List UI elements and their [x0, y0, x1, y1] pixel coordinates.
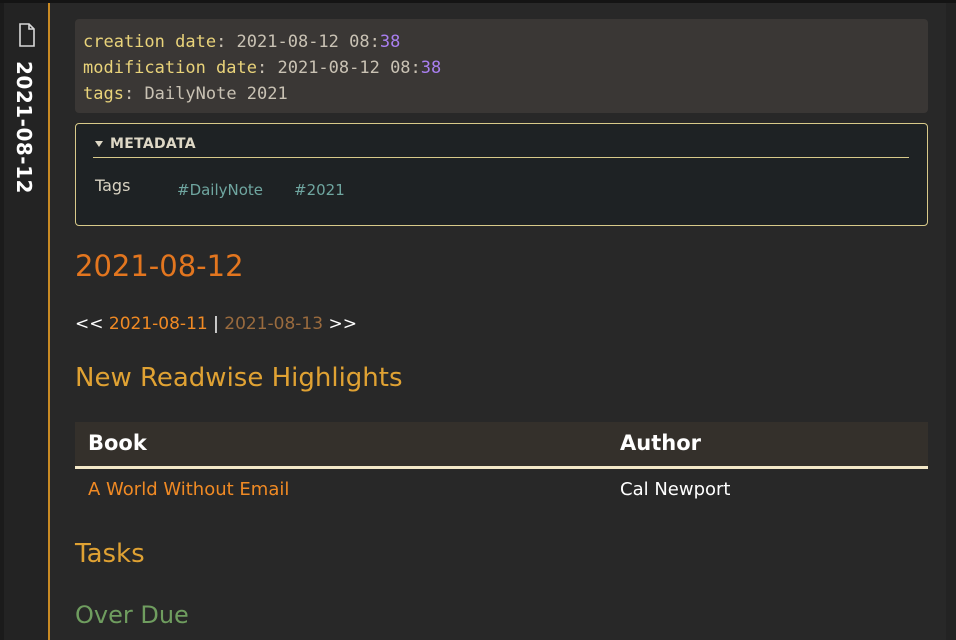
metadata-heading[interactable]: METADATA	[110, 136, 196, 152]
frontmatter-key: tags	[83, 84, 124, 104]
note-content: creation date: 2021-08-12 08:38 modifica…	[75, 3, 928, 640]
column-header-book: Book	[88, 431, 147, 455]
overdue-heading: Over Due	[75, 601, 189, 629]
file-icon[interactable]	[17, 23, 37, 47]
table-cell-book-link[interactable]: A World Without Email	[88, 479, 289, 500]
metadata-tag-dailynote[interactable]: #DailyNote	[177, 181, 263, 199]
file-tab-strip[interactable]: 2021-08-12	[0, 3, 48, 640]
pane-accent-border	[48, 3, 50, 640]
frontmatter-key: modification date	[83, 58, 257, 78]
table-cell-author: Cal Newport	[620, 479, 731, 500]
frontmatter-value: 2021-08-12 08:	[226, 32, 380, 52]
readwise-heading: New Readwise Highlights	[75, 363, 403, 393]
frontmatter-value: 2021-08-12 08:	[267, 58, 421, 78]
column-header-author: Author	[620, 431, 701, 455]
nav-separator: |	[207, 314, 225, 334]
frontmatter-colon: :	[257, 58, 268, 78]
frontmatter-colon: :	[216, 32, 227, 52]
vertical-note-title[interactable]: 2021-08-12	[12, 61, 36, 194]
frontmatter-colon: :	[123, 84, 135, 104]
frontmatter-number: 38	[379, 32, 401, 52]
previous-note-link[interactable]: 2021-08-11	[109, 314, 208, 334]
scrollbar[interactable]	[946, 3, 956, 640]
metadata-tags-label: Tags	[95, 176, 131, 195]
next-note-link[interactable]: 2021-08-13	[224, 314, 323, 334]
strip-edge	[0, 3, 4, 640]
tasks-heading: Tasks	[75, 539, 145, 569]
frontmatter-block[interactable]: creation date: 2021-08-12 08:38 modifica…	[75, 19, 928, 113]
metadata-tag-2021[interactable]: #2021	[294, 181, 345, 199]
frontmatter-key: creation date	[83, 32, 217, 52]
collapse-triangle-icon[interactable]	[95, 141, 103, 147]
nav-suffix: >>	[323, 314, 357, 334]
frontmatter-value: DailyNote 2021	[134, 84, 288, 104]
daily-note-navigation: << 2021-08-11 | 2021-08-13 >>	[75, 314, 357, 334]
note-title-heading: 2021-08-12	[75, 249, 244, 283]
metadata-divider	[93, 157, 909, 158]
table-header: Book Author	[75, 422, 928, 469]
frontmatter-creation-line: creation date: 2021-08-12 08:38	[83, 30, 400, 54]
frontmatter-number: 38	[420, 58, 442, 78]
nav-prefix: <<	[75, 314, 109, 334]
metadata-panel: METADATA Tags #DailyNote #2021	[75, 123, 928, 226]
frontmatter-modification-line: modification date: 2021-08-12 08:38	[83, 56, 441, 80]
frontmatter-tags-line: tags: DailyNote 2021	[83, 82, 288, 106]
